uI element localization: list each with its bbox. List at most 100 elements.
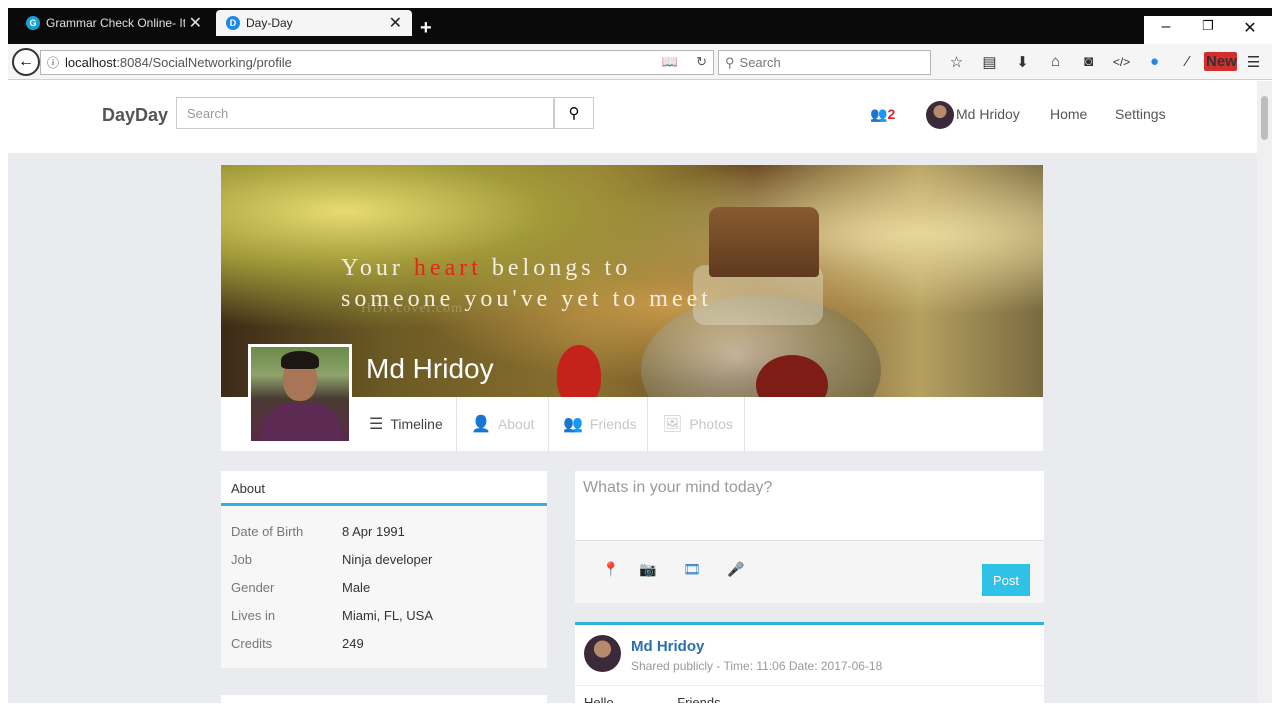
about-row: Gender Male — [231, 580, 370, 595]
profile-picture-hair — [281, 351, 319, 369]
search-placeholder: Search — [739, 55, 781, 70]
tab-about[interactable]: 👤 About — [457, 397, 549, 451]
scrollbar-thumb[interactable] — [1261, 96, 1268, 140]
post-body: Hello Friends — [584, 695, 721, 703]
url-path: :8084/SocialNetworking/profile — [116, 55, 292, 70]
about-row: Job Ninja developer — [231, 552, 432, 567]
url-host: localhost — [65, 55, 117, 70]
timeline-post: Md Hridoy Shared publicly - Time: 11:06 … — [575, 622, 1044, 703]
download-icon[interactable]: ⬇ — [1006, 53, 1039, 71]
tab-label: Photos — [689, 416, 733, 432]
post-meta: Shared publicly - Time: 11:06 Date: 2017… — [631, 659, 883, 673]
site-brand[interactable]: DayDay — [102, 105, 168, 126]
friend-requests-indicator[interactable]: 👥2 — [870, 106, 895, 123]
info-icon[interactable]: ⓘ — [41, 54, 65, 71]
site-search-button[interactable]: ⚲ — [554, 97, 594, 129]
about-key: Lives in — [231, 608, 276, 623]
users-icon: 👥 — [563, 416, 583, 433]
bookmark-star-icon[interactable]: ☆ — [940, 53, 973, 71]
site-search-input[interactable]: Search — [176, 97, 554, 129]
page-viewport: DayDay Search ⚲ 👥2 Md Hridoy Home Settin… — [8, 81, 1257, 703]
cover-watermark: HDtvcover.com — [361, 301, 464, 316]
post-author[interactable]: Md Hridoy — [631, 638, 704, 655]
tab-title: Grammar Check Online- It's — [46, 16, 185, 30]
menu-hamburger-icon[interactable]: ☰ — [1237, 53, 1270, 71]
new-extension-icon[interactable]: New — [1204, 52, 1237, 71]
restore-icon[interactable]: ❐ — [1186, 18, 1230, 34]
about-row: Lives in Miami, FL, USA — [231, 608, 433, 623]
tab-title: Day-Day — [246, 16, 293, 30]
tab-photos[interactable]: 🖼 Photos — [648, 397, 745, 451]
tab-timeline[interactable]: ☰ Timeline — [355, 397, 457, 451]
about-row: Date of Birth 8 Apr 1991 — [231, 524, 405, 539]
close-tab-icon[interactable]: ✕ — [389, 13, 402, 33]
about-value: 249 — [342, 636, 364, 651]
post-textarea[interactable]: Whats in your mind today? — [575, 471, 1044, 541]
close-tab-icon[interactable]: ✕ — [189, 13, 202, 33]
tab-label: Timeline — [390, 416, 443, 432]
window-close-icon[interactable]: ✕ — [1228, 18, 1272, 38]
user-icon: 👤 — [471, 416, 491, 433]
profile-name: Md Hridoy — [366, 353, 494, 384]
about-value: Male — [342, 580, 371, 595]
browser-search-input[interactable]: ⚲ Search — [718, 50, 931, 75]
about-value: Miami, FL, USA — [342, 608, 434, 623]
friend-request-count: 2 — [887, 106, 896, 122]
cover-cork — [709, 207, 819, 277]
tab-friends[interactable]: 👥 Friends — [549, 397, 648, 451]
nav-settings-link[interactable]: Settings — [1115, 106, 1166, 122]
reload-icon[interactable]: ↻ — [696, 54, 707, 70]
picture-icon: 🖼 — [662, 416, 683, 433]
reader-view-icon[interactable]: 📖 — [662, 54, 678, 70]
search-icon: ⚲ — [568, 105, 580, 122]
cover-heart — [557, 345, 601, 397]
address-bar[interactable]: ⓘ localhost:8084/SocialNetworking/profil… — [40, 50, 714, 75]
home-icon[interactable]: ⌂ — [1039, 53, 1072, 70]
site-header: DayDay Search ⚲ 👥2 Md Hridoy Home Settin… — [8, 81, 1257, 153]
user-profile-link[interactable]: Md Hridoy — [956, 106, 1020, 122]
page-scrollbar[interactable] — [1257, 81, 1272, 703]
about-key: Job — [231, 552, 252, 567]
add-friend-icon: 👥 — [870, 106, 888, 122]
browser-tab-dayday[interactable]: D Day-Day ✕ — [216, 10, 412, 36]
divider — [575, 685, 1044, 686]
browser-toolbar: ☆ ▤ ⬇ ⌂ ◙ </> ● ⁄ New ☰ — [940, 52, 1270, 71]
nav-home-link[interactable]: Home — [1050, 106, 1087, 122]
about-value: Ninja developer — [342, 552, 433, 567]
profile-picture[interactable] — [248, 344, 352, 444]
menu-icon: ☰ — [369, 416, 384, 433]
dev-tools-icon[interactable]: </> — [1105, 55, 1138, 69]
new-badge: New — [1204, 52, 1237, 71]
about-key: Date of Birth — [231, 524, 304, 539]
quote-highlight: heart — [413, 255, 482, 281]
back-arrow-icon[interactable]: ← — [12, 48, 40, 76]
browser-tab-grammar[interactable]: G Grammar Check Online- It's ✕ — [16, 10, 212, 36]
about-card: About Date of Birth 8 Apr 1991 Job Ninja d… — [221, 471, 547, 668]
location-icon[interactable]: 📍 — [602, 561, 619, 578]
second-sidebar-card — [221, 695, 547, 703]
about-card-title: About — [221, 471, 547, 506]
avatar[interactable] — [584, 635, 621, 672]
pin-icon[interactable]: ⁄ — [1171, 53, 1204, 70]
post-button[interactable]: Post — [982, 564, 1030, 596]
tab-label: About — [497, 416, 535, 432]
search-icon: ⚲ — [725, 54, 735, 70]
camera-icon[interactable]: 📷 — [639, 561, 656, 578]
about-row: Credits 249 — [231, 636, 364, 651]
pocket-icon[interactable]: ◙ — [1072, 53, 1105, 70]
film-icon[interactable]: 🎞 — [683, 561, 701, 578]
tab-label: Friends — [589, 416, 637, 432]
minimize-icon[interactable]: – — [1144, 18, 1188, 36]
quote-part: Your — [341, 255, 414, 281]
profile-picture-shirt — [261, 403, 341, 441]
composer-toolbar: 📍 📷 🎞 🎤 Post — [575, 541, 1044, 603]
about-key: Credits — [231, 636, 273, 651]
new-tab-button[interactable]: + — [420, 18, 432, 38]
library-icon[interactable]: ▤ — [973, 53, 1006, 71]
quote-part: belongs to — [481, 255, 632, 281]
about-key: Gender — [231, 580, 275, 595]
messenger-icon[interactable]: ● — [1138, 53, 1171, 70]
grammarly-favicon-icon: G — [26, 16, 40, 30]
avatar[interactable] — [926, 101, 954, 129]
microphone-icon[interactable]: 🎤 — [727, 561, 744, 578]
